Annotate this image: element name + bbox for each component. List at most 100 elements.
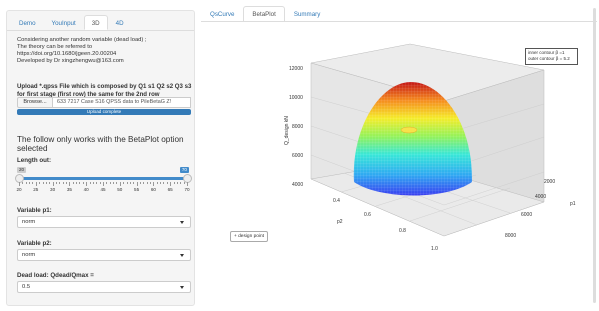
length-out-label: Length out: xyxy=(17,157,52,164)
slider-tick xyxy=(173,182,175,184)
dead-load-select[interactable]: 0.5 xyxy=(17,281,191,293)
info-line: Considering another random variable (dea… xyxy=(17,37,147,43)
slider-tick-label: 50 xyxy=(117,187,123,192)
slider-tick xyxy=(32,182,34,184)
slider-tick-label: 25 xyxy=(33,187,39,192)
slider-tick xyxy=(133,182,135,184)
slider-tick xyxy=(22,182,24,184)
slider-tick-label: 60 xyxy=(150,187,156,192)
x-tick: 4000 xyxy=(535,194,546,200)
slider-tick xyxy=(82,182,84,184)
slider-tick xyxy=(180,182,182,184)
z-tick: 4000 xyxy=(292,182,303,188)
z-axis-label: Q_design kN xyxy=(284,116,290,145)
slider-tick xyxy=(72,182,74,184)
z-axis: 12000 10000 8000 6000 4000 Q_design kN xyxy=(284,66,303,188)
slider-tick xyxy=(89,182,91,184)
slider-tick-label: 35 xyxy=(66,187,72,192)
x-tick: 8000 xyxy=(505,233,516,239)
dead-load-label: Dead load: Qdead/Qmax = xyxy=(17,272,94,279)
slider-tick xyxy=(109,182,111,184)
variable-p1-select[interactable]: norm xyxy=(17,216,191,228)
slider-tick xyxy=(19,182,20,186)
chevron-down-icon xyxy=(180,286,184,289)
slider-tick xyxy=(153,182,155,186)
chevron-down-icon xyxy=(180,221,184,224)
section-title: selected xyxy=(17,144,48,153)
slider-tick xyxy=(163,182,165,184)
variable-p2-select[interactable]: norm xyxy=(17,249,191,261)
tab-4d[interactable]: 4D xyxy=(108,15,132,30)
slider-tick xyxy=(39,182,41,184)
length-slider[interactable]: 20 70 20 25 30 35 40 45 50 55 60 65 70 xyxy=(14,165,193,195)
slider-tick xyxy=(129,182,131,184)
upload-progress-bar: Upload complete xyxy=(17,109,191,115)
tab-demo[interactable]: Demo xyxy=(11,15,44,30)
slider-tick-label: 70 xyxy=(184,187,190,192)
beta-3d-plot[interactable]: 12000 10000 8000 6000 4000 Q_design kN 2… xyxy=(201,22,597,311)
slider-tick-label: 45 xyxy=(100,187,106,192)
slider-tick xyxy=(42,182,44,184)
main-tabs: QsCurve BetaPlot Summary xyxy=(201,6,329,22)
slider-tick xyxy=(139,182,141,184)
slider-tick-label: 40 xyxy=(83,187,89,192)
tab-youinput[interactable]: YouInput xyxy=(44,15,84,30)
info-link: https://doi.org/10.1680/jgeen.20.00204 xyxy=(17,51,117,57)
slider-tick xyxy=(49,182,51,184)
slider-tick xyxy=(86,182,88,186)
slider-tick xyxy=(160,182,162,184)
z-tick: 10000 xyxy=(289,95,303,101)
chevron-down-icon xyxy=(180,254,184,257)
z-tick: 6000 xyxy=(292,153,303,159)
sidebar-panel: Demo YouInput 3D 4D Considering another … xyxy=(6,10,195,306)
slider-tick xyxy=(92,182,94,184)
file-name-field: 633 7217 Case S16 QPSS data to PileBetaG… xyxy=(53,97,191,108)
slider-tick xyxy=(183,182,185,184)
slider-tick xyxy=(166,182,168,184)
app-window: Demo YouInput 3D 4D Considering another … xyxy=(0,0,599,311)
slider-max-label: 70 xyxy=(179,167,189,173)
slider-tick xyxy=(29,182,31,184)
slider-tick-label: 30 xyxy=(50,187,56,192)
slider-tick xyxy=(66,182,68,184)
slider-tick-labels: 20 25 30 35 40 45 50 55 60 65 70 xyxy=(16,187,193,193)
slider-tick xyxy=(126,182,128,184)
variable-p1-value: norm xyxy=(22,219,36,225)
slider-tick-label: 55 xyxy=(134,187,140,192)
slider-tick xyxy=(96,182,98,184)
slider-tick xyxy=(99,182,101,184)
browse-button[interactable]: Browse... xyxy=(17,97,53,108)
slider-tick xyxy=(52,182,54,186)
slider-ticks xyxy=(17,182,189,186)
sidebar-tabs: Demo YouInput 3D 4D xyxy=(11,15,132,30)
tab-summary[interactable]: Summary xyxy=(285,6,329,22)
slider-min-label: 20 xyxy=(17,167,27,173)
upload-label: Upload *.qpss File which is composed by … xyxy=(17,83,192,90)
slider-tick-label: 65 xyxy=(167,187,173,192)
scrollbar[interactable] xyxy=(593,8,596,303)
design-point-button[interactable]: + design point xyxy=(230,231,268,242)
variable-p2-label: Variable p2: xyxy=(17,240,52,247)
variable-p2-value: norm xyxy=(22,252,36,258)
inner-contour xyxy=(400,126,418,134)
tab-betaplot[interactable]: BetaPlot xyxy=(243,6,285,22)
dead-load-value: 0.5 xyxy=(22,284,31,290)
tab-divider xyxy=(7,30,194,31)
variable-p1-label: Variable p1: xyxy=(17,207,52,214)
y-tick: 0.8 xyxy=(399,228,406,234)
x-tick: 6000 xyxy=(521,212,532,218)
slider-tick xyxy=(116,182,118,184)
slider-track[interactable] xyxy=(19,177,187,180)
tab-3d[interactable]: 3D xyxy=(83,15,108,30)
slider-tick xyxy=(106,182,108,184)
y-axis-label: p2 xyxy=(337,219,343,225)
slider-tick xyxy=(143,182,145,184)
slider-tick xyxy=(176,182,178,184)
slider-tick xyxy=(62,182,64,184)
x-axis-label: p1 xyxy=(570,201,576,207)
slider-tick xyxy=(76,182,78,184)
tab-qscurve[interactable]: QsCurve xyxy=(201,6,243,22)
slider-tick xyxy=(79,182,81,184)
slider-tick xyxy=(55,182,57,184)
slider-tick xyxy=(187,182,188,186)
